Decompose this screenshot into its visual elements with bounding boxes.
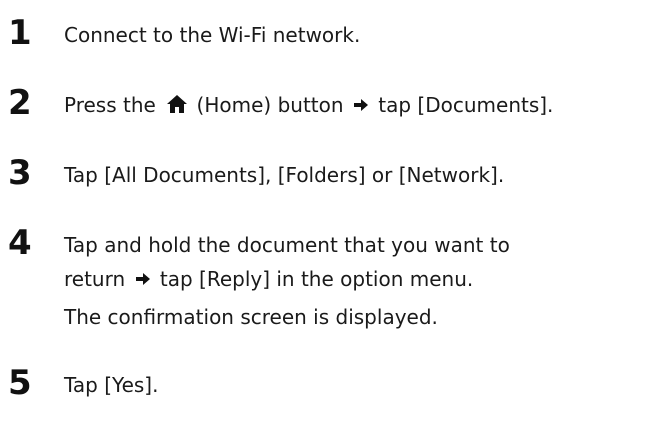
step-text-part: Press the [64,93,156,117]
right-arrow-icon [353,99,368,111]
step-note: The confirmation screen is displayed. [64,305,438,329]
step-3: 3 Tap [All Documents], [Folders] or [Net… [0,154,666,194]
right-arrow-icon [135,273,150,285]
step-text: Tap [Yes]. [64,373,159,397]
step-list: 1 Connect to the Wi-Fi network. 2 Press … [0,0,666,423]
step-number: 2 [8,83,32,123]
step-text: Tap [All Documents], [Folders] or [Netwo… [64,163,505,187]
step-text-line-2: return tap [Reply] in the option menu. [64,264,473,294]
step-2: 2 Press the (Home) button tap [Documents… [0,84,666,124]
step-number: 5 [8,363,32,403]
step-text-part: return [64,267,126,291]
step-1: 1 Connect to the Wi-Fi network. [0,14,666,54]
step-number: 3 [8,153,32,193]
step-number: 1 [8,13,32,53]
step-text-part: tap [Documents]. [378,93,554,117]
step-number: 4 [8,223,32,263]
home-icon [167,95,188,113]
step-text: Connect to the Wi-Fi network. [64,23,361,47]
step-text-line-1: Tap and hold the document that you want … [64,233,510,257]
step-text-part: tap [Reply] in the option menu. [159,267,474,291]
step-text-part: (Home) button [196,93,344,117]
step-4: 4 Tap and hold the document that you wan… [0,224,666,334]
step-5: 5 Tap [Yes]. [0,364,666,404]
step-text: Press the (Home) button tap [Documents]. [64,90,553,120]
